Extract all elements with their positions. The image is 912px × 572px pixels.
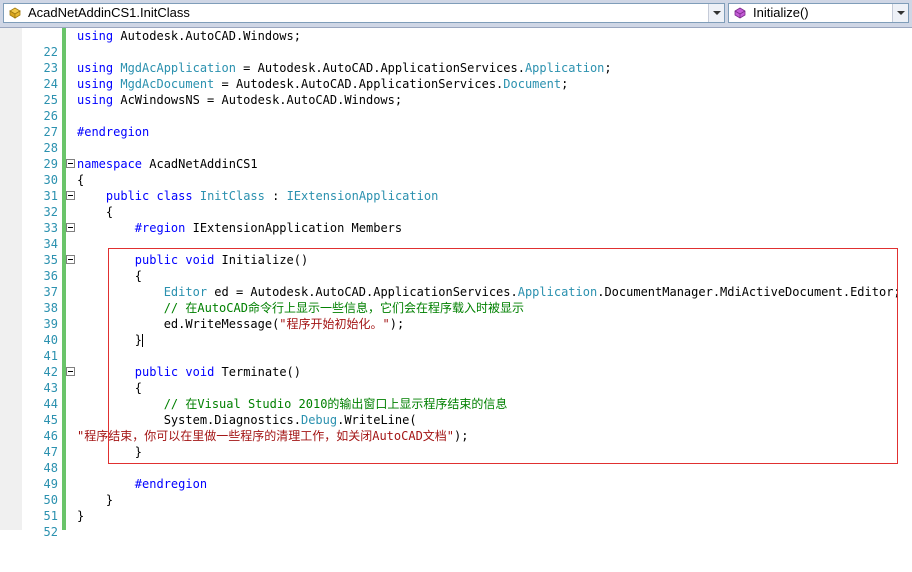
collapse-toggle-icon[interactable] [66,255,75,264]
code-text: #endregion [77,477,208,491]
code-text: } [77,509,85,523]
collapse-toggle-icon[interactable] [66,367,75,376]
code-line[interactable]: 30 namespace AcadNetAddinCS1 [0,156,912,187]
code-line[interactable]: 44 { [0,380,912,411]
collapse-toggle-icon[interactable] [66,191,75,200]
navigation-bar: AcadNetAddinCS1.InitClass Initialize() [0,0,912,28]
code-text: System.Diagnostics.Debug.WriteLine( [77,413,417,427]
class-icon [9,7,21,19]
code-line[interactable]: 23 [0,44,912,75]
code-text: public class InitClass : IExtensionAppli… [105,189,439,203]
code-line[interactable]: 48 } [0,444,912,475]
code-text: { [77,205,114,219]
code-line[interactable]: 29 [0,140,912,171]
code-text: "程序结束，你可以在里做一些程序的清理工作，如关闭AutoCAD文档"); [77,429,469,443]
text-caret [142,334,144,347]
code-comment: // 在AutoCAD命令行上显示一些信息，它们会在程序载入时被显示 [77,301,524,315]
code-text: using Autodesk.AutoCAD.Windows; [77,29,301,43]
code-line[interactable]: 49 [0,460,912,491]
code-text: } [77,493,114,507]
code-line[interactable]: 45 // 在Visual Studio 2010的输出窗口上显示程序结束的信息 [0,396,912,427]
code-text: public void Initialize() [134,253,309,267]
code-text: Editor ed = Autodesk.AutoCAD.Application… [163,285,901,299]
code-text: public void Terminate() [134,365,301,379]
code-line[interactable]: 22 using Autodesk.AutoCAD.Windows; [0,28,912,59]
code-line[interactable]: 37 { [0,268,912,299]
code-line[interactable]: 38 Editor ed = Autodesk.AutoCAD.Applicat… [0,284,912,315]
collapse-toggle-icon[interactable] [66,223,75,232]
code-line[interactable]: 36 public void Initialize() [0,252,912,283]
code-line[interactable]: 39 // 在AutoCAD命令行上显示一些信息，它们会在程序载入时被显示 [0,300,912,331]
chevron-down-icon[interactable] [708,4,724,22]
line-number: 52 [43,525,58,539]
code-line[interactable]: 33 { [0,204,912,235]
code-text: } [77,333,144,347]
code-line[interactable]: 42 [0,348,912,379]
chevron-down-icon[interactable] [892,4,908,22]
code-text: namespace AcadNetAddinCS1 [77,157,258,171]
code-line[interactable]: 46 System.Diagnostics.Debug.WriteLine( [0,412,912,443]
code-line[interactable]: 52 } [0,508,912,539]
code-line[interactable]: 25 using MgdAcDocument = Autodesk.AutoCA… [0,76,912,107]
code-line[interactable]: 50 #endregion [0,476,912,507]
code-line[interactable]: 27 [0,108,912,139]
code-line[interactable]: 34 #region IExtensionApplication Members [0,220,912,251]
code-line[interactable]: 43 public void Terminate() [0,364,912,395]
code-text: { [77,269,143,283]
type-dropdown[interactable]: AcadNetAddinCS1.InitClass [3,3,725,23]
code-text: using MgdAcApplication = Autodesk.AutoCA… [77,61,612,75]
member-dropdown-label: Initialize() [753,5,809,20]
code-text: { [77,173,85,187]
member-dropdown[interactable]: Initialize() [728,3,909,23]
code-line[interactable]: 51 } [0,492,912,523]
code-line[interactable]: 32 public class InitClass : IExtensionAp… [0,188,912,219]
code-line[interactable]: 31 { [0,172,912,203]
code-line[interactable]: 26 using AcWindowsNS = Autodesk.AutoCAD.… [0,92,912,123]
code-text: ed.WriteMessage("程序开始初始化。"); [77,317,405,331]
code-text: } [77,445,143,459]
collapse-toggle-icon[interactable] [66,159,75,168]
code-line[interactable]: 24 using MgdAcApplication = Autodesk.Aut… [0,60,912,91]
type-dropdown-label: AcadNetAddinCS1.InitClass [28,5,190,20]
code-line[interactable]: 35 [0,236,912,267]
code-line[interactable]: 40 ed.WriteMessage("程序开始初始化。"); [0,316,912,347]
code-line[interactable]: 47 "程序结束，你可以在里做一些程序的清理工作，如关闭AutoCAD文档"); [0,428,912,459]
code-comment: // 在Visual Studio 2010的输出窗口上显示程序结束的信息 [77,397,508,411]
code-editor[interactable]: 22 using Autodesk.AutoCAD.Windows; 23 24… [0,28,912,539]
code-text: #region IExtensionApplication Members [134,221,403,235]
code-text: { [77,381,143,395]
code-line[interactable]: 41 } [0,332,912,363]
method-icon [734,7,746,19]
code-text: using MgdAcDocument = Autodesk.AutoCAD.A… [77,77,569,91]
code-text: using AcWindowsNS = Autodesk.AutoCAD.Win… [77,93,403,107]
code-text: #endregion [77,125,150,139]
code-line[interactable]: 28 #endregion [0,124,912,155]
